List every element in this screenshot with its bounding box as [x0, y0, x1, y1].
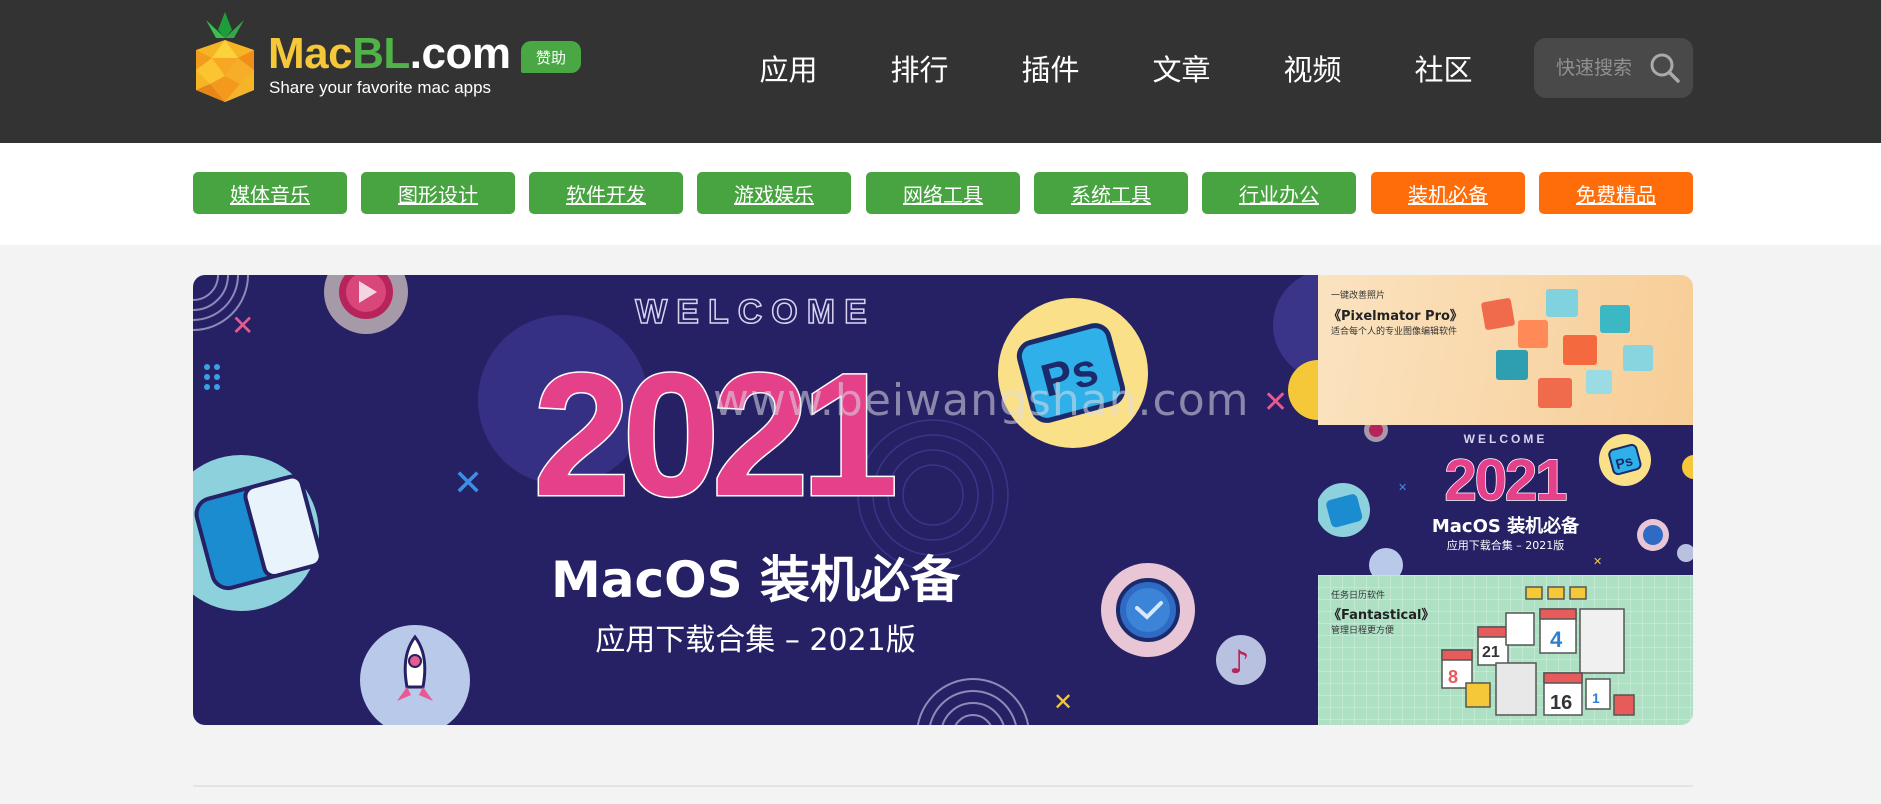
banner-title: MacOS 装机必备 [550, 551, 961, 609]
svg-text:✕: ✕ [453, 463, 483, 504]
category-system-tools[interactable]: 系统工具 [1034, 172, 1188, 214]
svg-text:16: 16 [1550, 692, 1572, 714]
banner-year-graphic: 2021 [533, 345, 903, 525]
side-banner-macos-2021[interactable]: Ps ✕ ✕ WELCOME 2021 MacOS 装机必备 应用下载合集 – … [1318, 425, 1693, 575]
mini-banner-welcome: WELCOME [1463, 432, 1548, 446]
category-office[interactable]: 行业办公 [1202, 172, 1356, 214]
nav-link-articles[interactable]: 文章 [1116, 44, 1247, 96]
section-divider [193, 785, 1693, 787]
search-box [1534, 38, 1693, 98]
nav-link-ranking[interactable]: 排行 [854, 44, 985, 96]
category-media-music[interactable]: 媒体音乐 [193, 172, 347, 214]
category-graphic-design[interactable]: 图形设计 [361, 172, 515, 214]
sponsor-badge[interactable]: 赞助 [521, 41, 581, 73]
pixelmator-tiles-icon [1481, 289, 1653, 408]
search-input[interactable] [1556, 52, 1646, 84]
calendar-collage-icon: 8 21 4 16 1 [1441, 586, 1635, 716]
nav-link-videos[interactable]: 视频 [1247, 44, 1378, 96]
logo-wordmark: MacBL.com [268, 29, 511, 78]
svg-text:2021: 2021 [1444, 448, 1566, 506]
pineapple-logo-icon [196, 12, 254, 102]
banner-subtitle: 应用下载合集 – 2021版 [595, 623, 916, 658]
category-software-dev[interactable]: 软件开发 [529, 172, 683, 214]
svg-text:2021: 2021 [533, 345, 894, 525]
banner-watermark: www.beiwangshan.com [713, 375, 1250, 426]
mini-banner-title: MacOS 装机必备 [1431, 516, 1580, 537]
nav-link-apps[interactable]: 应用 [723, 44, 854, 96]
svg-text:21: 21 [1482, 644, 1500, 661]
category-free-picks[interactable]: 免费精品 [1539, 172, 1693, 214]
svg-text:4: 4 [1550, 627, 1563, 652]
mini-banner-subtitle: 应用下载合集 – 2021版 [1446, 539, 1565, 552]
svg-text:✕: ✕ [1263, 385, 1288, 420]
svg-text:✕: ✕ [1593, 555, 1602, 568]
category-bar: 媒体音乐 图形设计 软件开发 游戏娱乐 网络工具 系统工具 行业办公 装机必备 … [0, 143, 1881, 245]
nav-link-plugins[interactable]: 插件 [985, 44, 1116, 96]
logo-tagline: Share your favorite mac apps [269, 78, 492, 97]
svg-text:✕: ✕ [1053, 688, 1073, 716]
search-icon[interactable] [1649, 52, 1681, 84]
category-network-tools[interactable]: 网络工具 [866, 172, 1020, 214]
nav-link-community[interactable]: 社区 [1378, 44, 1509, 96]
site-header: MacBL.com Share your favorite mac apps 赞… [0, 0, 1881, 143]
svg-text:8: 8 [1448, 667, 1458, 687]
main-nav: 应用 排行 插件 文章 视频 社区 [723, 44, 1509, 96]
banner-carousel: ✕ ✕ ✕ ✕ Ps ♪ WELCOME 2021 www.beiwangsha… [193, 275, 1693, 725]
main-banner[interactable]: ✕ ✕ ✕ ✕ Ps ♪ WELCOME 2021 www.beiwangsha… [193, 275, 1318, 725]
banner-welcome-text: WELCOME [634, 292, 876, 332]
side-banner-pixelmator[interactable]: 一键改善照片 《Pixelmator Pro》 适合每个人的专业图像编辑软件 [1318, 275, 1693, 425]
mini-banner-year: 2021 [1444, 447, 1569, 506]
category-essentials[interactable]: 装机必备 [1371, 172, 1525, 214]
svg-text:1: 1 [1592, 690, 1600, 706]
side-banner-fantastical[interactable]: 任务日历软件 《Fantastical》 管理日程更方便 8 21 4 16 1 [1318, 575, 1693, 725]
category-games[interactable]: 游戏娱乐 [697, 172, 851, 214]
